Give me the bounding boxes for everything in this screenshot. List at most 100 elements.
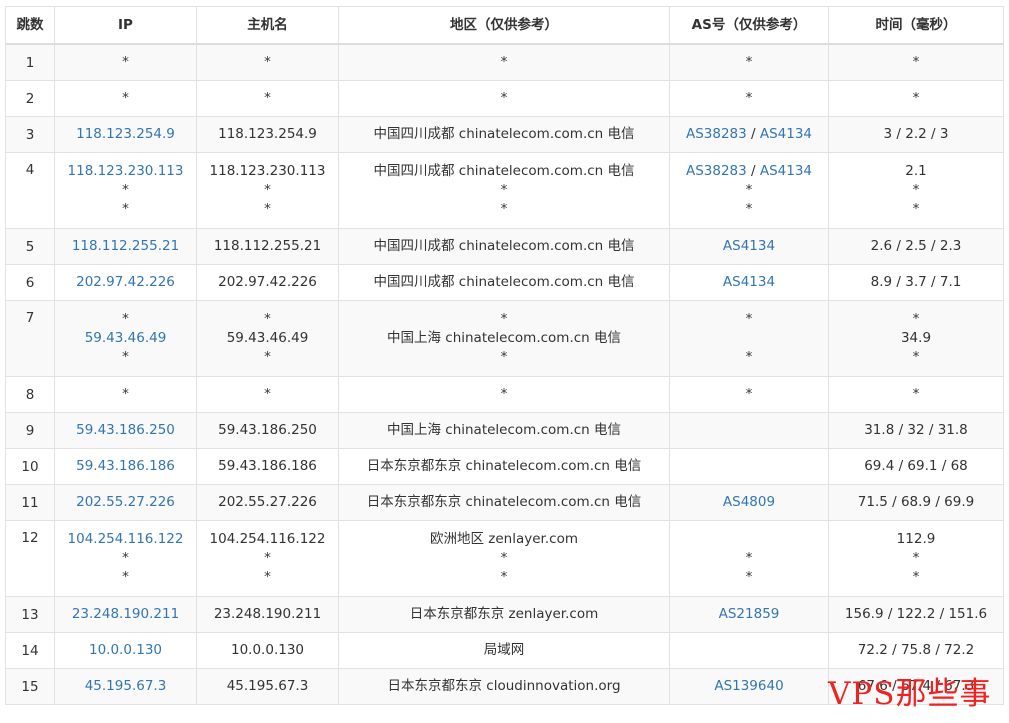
- as-link[interactable]: AS4134: [723, 274, 775, 290]
- table-row: 6 202.97.42.226 202.97.42.226 中国四川成都 chinat…: [5, 263, 1004, 301]
- as-link[interactable]: AS21859: [719, 606, 780, 622]
- hop-number: 8: [25, 386, 35, 403]
- as-cell: [669, 447, 829, 485]
- as-link[interactable]: AS38283: [686, 126, 747, 142]
- as-link[interactable]: AS4134: [760, 126, 812, 142]
- host-cell: 23.248.190.211: [196, 595, 339, 633]
- region-cell: *: [338, 375, 670, 413]
- hop-cell: 13: [5, 595, 55, 633]
- as-value: *: [745, 181, 753, 198]
- time-cell: 8.9 / 3.7 / 7.1: [828, 263, 1004, 301]
- time-value: 3 / 2.2 / 3: [883, 125, 949, 142]
- host-value: 202.55.27.226: [218, 493, 317, 510]
- as-link[interactable]: AS4134: [760, 163, 812, 179]
- host-cell: 10.0.0.130: [196, 631, 339, 669]
- ip-cell: *: [54, 43, 197, 81]
- hop-number: 6: [25, 274, 35, 291]
- ip-value: *: [122, 348, 129, 365]
- traceroute-table-container: 跳数 IP 主机名 地区（仅供参考） AS号（仅供参考） 时间（毫秒） 1 * * *…: [5, 6, 1004, 705]
- time-cell: 2.6 / 2.5 / 2.3: [828, 227, 1004, 265]
- hop-number: 2: [25, 90, 35, 107]
- region-cell: * 中国上海 chinatelecom.com.cn 电信 *: [338, 299, 670, 377]
- ip-cell: 45.195.67.3: [54, 667, 197, 705]
- table-row: 13 23.248.190.211 23.248.190.211 日本东京都东京 ze…: [5, 595, 1004, 633]
- ip-link[interactable]: 118.123.254.9: [76, 125, 175, 144]
- as-cell: AS38283 / AS4134: [669, 115, 829, 153]
- region-cell: 局域网: [338, 631, 670, 669]
- hop-cell: 2: [5, 79, 55, 117]
- as-link[interactable]: AS38283: [686, 163, 747, 179]
- time-value: *: [912, 568, 920, 585]
- table-row: 4 118.123.230.113 * * 118.123.230.113 * * 中国四川成…: [5, 151, 1004, 229]
- region-value: *: [500, 348, 508, 365]
- ip-link[interactable]: 59.43.186.250: [76, 421, 175, 440]
- ip-link[interactable]: 202.97.42.226: [76, 273, 175, 292]
- time-value: 34.9: [900, 329, 932, 346]
- hop-cell: 10: [5, 447, 55, 485]
- ip-link[interactable]: 118.112.255.21: [72, 237, 179, 256]
- time-value: *: [912, 53, 920, 70]
- table-row: 10 59.43.186.186 59.43.186.186 日本东京都东京 chin…: [5, 447, 1004, 485]
- ip-link[interactable]: 118.123.230.113: [68, 162, 184, 181]
- ip-link[interactable]: 45.195.67.3: [85, 677, 167, 696]
- host-cell: *: [196, 79, 339, 117]
- hop-cell: 8: [5, 375, 55, 413]
- as-numbers: AS139640: [714, 677, 783, 696]
- header-region: 地区（仅供参考）: [338, 6, 670, 45]
- as-value: *: [745, 385, 753, 402]
- host-cell: 118.112.255.21: [196, 227, 339, 265]
- region-cell: 日本东京都东京 zenlayer.com: [338, 595, 670, 633]
- table-row: 12 104.254.116.122 * * 104.254.116.122 * * 欧洲地区…: [5, 519, 1004, 597]
- region-cell: 日本东京都东京 cloudinnovation.org: [338, 667, 670, 705]
- time-cell: 112.9 * *: [828, 519, 1004, 597]
- time-cell: 71.5 / 68.9 / 69.9: [828, 483, 1004, 521]
- table-row: 1 * * * * *: [5, 43, 1004, 81]
- host-value: 118.123.230.113: [209, 162, 326, 179]
- as-link[interactable]: AS139640: [714, 678, 783, 694]
- hop-number: 5: [25, 238, 35, 255]
- host-value: 59.43.186.250: [218, 421, 317, 438]
- host-value: 202.97.42.226: [218, 273, 317, 290]
- region-cell: *: [338, 79, 670, 117]
- as-separator: /: [746, 125, 760, 142]
- ip-cell: 118.123.230.113 * *: [54, 151, 197, 229]
- region-value: *: [500, 385, 508, 402]
- region-cell: 中国四川成都 chinatelecom.com.cn 电信: [338, 115, 670, 153]
- hop-number: 13: [21, 606, 39, 623]
- header-ip: IP: [54, 6, 197, 45]
- time-cell: 69.4 / 69.1 / 68: [828, 447, 1004, 485]
- header-hop: 跳数: [5, 6, 55, 45]
- as-value: *: [745, 310, 753, 327]
- table-row: 5 118.112.255.21 118.112.255.21 中国四川成都 chin…: [5, 227, 1004, 265]
- hop-cell: 9: [5, 411, 55, 449]
- host-cell: 45.195.67.3: [196, 667, 339, 705]
- ip-link[interactable]: 59.43.186.186: [76, 457, 175, 476]
- host-value: *: [264, 53, 271, 70]
- as-link[interactable]: AS4809: [723, 494, 775, 510]
- host-value: *: [264, 181, 271, 198]
- hop-cell: 12: [5, 519, 55, 597]
- time-value: 69.4 / 69.1 / 68: [864, 457, 968, 474]
- host-value: 118.112.255.21: [213, 237, 322, 254]
- table-row: 14 10.0.0.130 10.0.0.130 局域网 72.2 / 75.8 / 7…: [5, 631, 1004, 669]
- ip-link[interactable]: 10.0.0.130: [89, 641, 162, 660]
- ip-link[interactable]: 23.248.190.211: [72, 605, 179, 624]
- region-cell: 中国四川成都 chinatelecom.com.cn 电信: [338, 263, 670, 301]
- ip-link[interactable]: 59.43.46.49: [85, 329, 167, 348]
- hop-cell: 7: [5, 299, 55, 377]
- as-cell: *: [669, 43, 829, 81]
- as-cell: AS4134: [669, 263, 829, 301]
- as-cell: [669, 411, 829, 449]
- region-value: *: [500, 181, 508, 198]
- as-value: *: [745, 53, 753, 70]
- as-link[interactable]: AS4134: [723, 238, 775, 254]
- as-cell: * *: [669, 519, 829, 597]
- ip-value: *: [122, 568, 129, 585]
- ip-cell: 10.0.0.130: [54, 631, 197, 669]
- region-value: *: [500, 568, 508, 585]
- ip-link[interactable]: 104.254.116.122: [68, 530, 184, 549]
- ip-link[interactable]: 202.55.27.226: [76, 493, 175, 512]
- hop-number: 14: [21, 642, 39, 659]
- time-value: *: [912, 385, 920, 402]
- ip-cell: * 59.43.46.49 *: [54, 299, 197, 377]
